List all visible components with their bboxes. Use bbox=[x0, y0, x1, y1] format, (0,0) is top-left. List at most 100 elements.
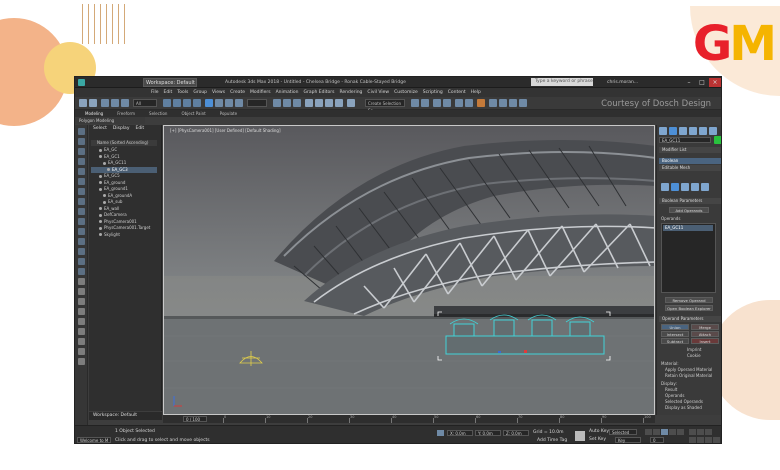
maximize-button[interactable]: □ bbox=[696, 78, 708, 87]
sort-icon[interactable] bbox=[78, 298, 85, 305]
op-attach-button[interactable]: Attach bbox=[691, 331, 719, 337]
pan-icon[interactable] bbox=[697, 437, 704, 443]
op-subtract-button[interactable]: Subtract bbox=[661, 338, 689, 344]
explorer-item[interactable]: EA_GC3 bbox=[91, 166, 157, 173]
hierarchy-tab-icon[interactable] bbox=[679, 127, 687, 135]
object-color-swatch[interactable] bbox=[714, 136, 721, 144]
display-as-shaded-checkbox[interactable]: Display as Shaded bbox=[665, 405, 702, 411]
menu-item-create[interactable]: Create bbox=[230, 88, 245, 97]
menu-item-scripting[interactable]: Scripting bbox=[423, 88, 443, 97]
menu-item-tools[interactable]: Tools bbox=[177, 88, 188, 97]
render-setup-icon[interactable] bbox=[489, 99, 497, 107]
visibility-icon[interactable] bbox=[99, 233, 102, 236]
current-frame-field[interactable]: 0 bbox=[650, 437, 664, 443]
percent-snap-icon[interactable] bbox=[325, 99, 333, 107]
ribbon-tab-populate[interactable]: Populate bbox=[220, 110, 237, 117]
op-intersect-button[interactable]: Intersect bbox=[661, 331, 689, 337]
play-icon[interactable] bbox=[661, 429, 668, 435]
move-icon[interactable] bbox=[205, 99, 213, 107]
op-merge-button[interactable]: Merge bbox=[691, 324, 719, 330]
configure-sets-icon[interactable] bbox=[701, 183, 709, 191]
go-to-start-icon[interactable] bbox=[645, 429, 652, 435]
explorer-item[interactable]: EA_groundA bbox=[91, 193, 157, 199]
visibility-icon[interactable] bbox=[99, 220, 102, 223]
ribbon-tab-modeling[interactable]: Modeling bbox=[85, 110, 103, 117]
set-key-mode-icon[interactable] bbox=[575, 431, 585, 441]
options-icon[interactable] bbox=[78, 278, 85, 285]
containers-filter-icon[interactable] bbox=[78, 248, 85, 255]
menu-item-edit[interactable]: Edit bbox=[164, 88, 173, 97]
explorer-item[interactable]: Skylight bbox=[91, 232, 157, 238]
stack-item-editable-mesh[interactable]: Editable Mesh bbox=[659, 165, 721, 171]
explorer-item[interactable]: EA_GC1 bbox=[91, 154, 157, 160]
explorer-tab-display[interactable]: Display bbox=[113, 125, 130, 133]
auto-key-button[interactable]: Auto Key bbox=[589, 429, 609, 435]
modifier-list-dropdown[interactable]: Modifier List bbox=[659, 147, 721, 153]
reference-coordinate-dropdown[interactable] bbox=[247, 99, 267, 107]
explorer-item[interactable]: EA_GC11 bbox=[91, 160, 157, 166]
mirror-icon[interactable] bbox=[411, 99, 419, 107]
app-icon[interactable] bbox=[78, 79, 85, 86]
explorer-item[interactable]: EA_ground bbox=[91, 180, 157, 186]
rendered-frame-window-icon[interactable] bbox=[499, 99, 507, 107]
minimize-button[interactable]: – bbox=[683, 78, 695, 87]
make-unique-icon[interactable] bbox=[681, 183, 689, 191]
maxscript-listener[interactable]: Welcome to M bbox=[77, 437, 111, 443]
stack-item-boolean[interactable]: Boolean bbox=[659, 158, 721, 164]
explorer-column-header[interactable]: Name (Sorted Ascending) bbox=[91, 140, 157, 146]
camera-viewport[interactable]: [+] [PhysCamera001] [User Defined] [Defa… bbox=[163, 125, 655, 415]
key-filters-button[interactable]: Key Filters... bbox=[615, 437, 641, 443]
create-tab-icon[interactable] bbox=[659, 127, 667, 135]
space-warps-filter-icon[interactable] bbox=[78, 208, 85, 215]
visibility-icon[interactable] bbox=[103, 161, 106, 165]
expand-icon[interactable] bbox=[78, 348, 85, 355]
hierarchy-icon[interactable] bbox=[78, 318, 85, 325]
explorer-item[interactable]: EA_GC bbox=[91, 147, 157, 153]
ribbon-tab-object-paint[interactable]: Object Paint bbox=[181, 110, 205, 117]
rollout-operand-parameters[interactable]: Operand Parameters bbox=[659, 316, 721, 322]
curve-editor-icon[interactable] bbox=[455, 99, 463, 107]
workspace-footer[interactable]: Workspace: Default bbox=[89, 412, 162, 420]
bones-filter-icon[interactable] bbox=[78, 238, 85, 245]
zoom-all-icon[interactable] bbox=[697, 429, 704, 435]
explorer-item[interactable]: PhysCamera001 bbox=[91, 219, 157, 225]
explorer-item[interactable]: EA_wall bbox=[91, 206, 157, 212]
go-to-end-icon[interactable] bbox=[677, 429, 684, 435]
visibility-icon[interactable] bbox=[99, 155, 102, 158]
link-icon[interactable] bbox=[101, 99, 109, 107]
coord-z-field[interactable]: Z: 0.0m bbox=[503, 430, 529, 436]
select-tool-icon[interactable] bbox=[78, 128, 85, 135]
visibility-icon[interactable] bbox=[99, 226, 102, 230]
crosshair-icon[interactable] bbox=[283, 99, 291, 107]
visibility-icon[interactable] bbox=[99, 174, 102, 178]
frame-counter[interactable]: 0 / 100 bbox=[183, 416, 207, 422]
groups-filter-icon[interactable] bbox=[78, 218, 85, 225]
time-slider[interactable]: 0 / 100 0 10 20 30 40 50 60 70 80 90 100 bbox=[163, 415, 655, 423]
shapes-filter-icon[interactable] bbox=[78, 168, 85, 175]
align-icon[interactable] bbox=[421, 99, 429, 107]
visibility-icon[interactable] bbox=[99, 213, 102, 217]
scale-icon[interactable] bbox=[225, 99, 233, 107]
show-end-result-icon[interactable] bbox=[671, 183, 679, 191]
rectangular-selection-icon[interactable] bbox=[183, 99, 191, 107]
remove-operand-button[interactable]: Remove Operand bbox=[665, 297, 713, 303]
coord-y-field[interactable]: Y: 0.0m bbox=[475, 430, 501, 436]
field-of-view-icon[interactable] bbox=[689, 437, 696, 443]
open-boolean-explorer-button[interactable]: Open Boolean Explorer bbox=[665, 305, 713, 311]
explorer-tab-select[interactable]: Select bbox=[93, 125, 107, 133]
explorer-item[interactable]: EA_sub bbox=[91, 199, 157, 205]
select-object-icon[interactable] bbox=[163, 99, 171, 107]
redo-icon[interactable] bbox=[89, 99, 97, 107]
display-none-icon[interactable] bbox=[78, 138, 85, 145]
pin-icon[interactable] bbox=[78, 338, 85, 345]
viewport-scene[interactable] bbox=[164, 126, 655, 415]
snap-toggle-icon[interactable] bbox=[305, 99, 313, 107]
edit-named-selection-icon[interactable] bbox=[347, 99, 355, 107]
menu-item-animation[interactable]: Animation bbox=[276, 88, 299, 97]
visibility-icon[interactable] bbox=[107, 168, 110, 171]
named-selection-dropdown[interactable]: Create Selection Se bbox=[365, 99, 405, 113]
display-all-icon[interactable] bbox=[78, 148, 85, 155]
explorer-item[interactable]: PhysCamera001.Target bbox=[91, 225, 157, 231]
menu-item-civil-view[interactable]: Civil View bbox=[367, 88, 389, 97]
visibility-icon[interactable] bbox=[103, 200, 106, 204]
